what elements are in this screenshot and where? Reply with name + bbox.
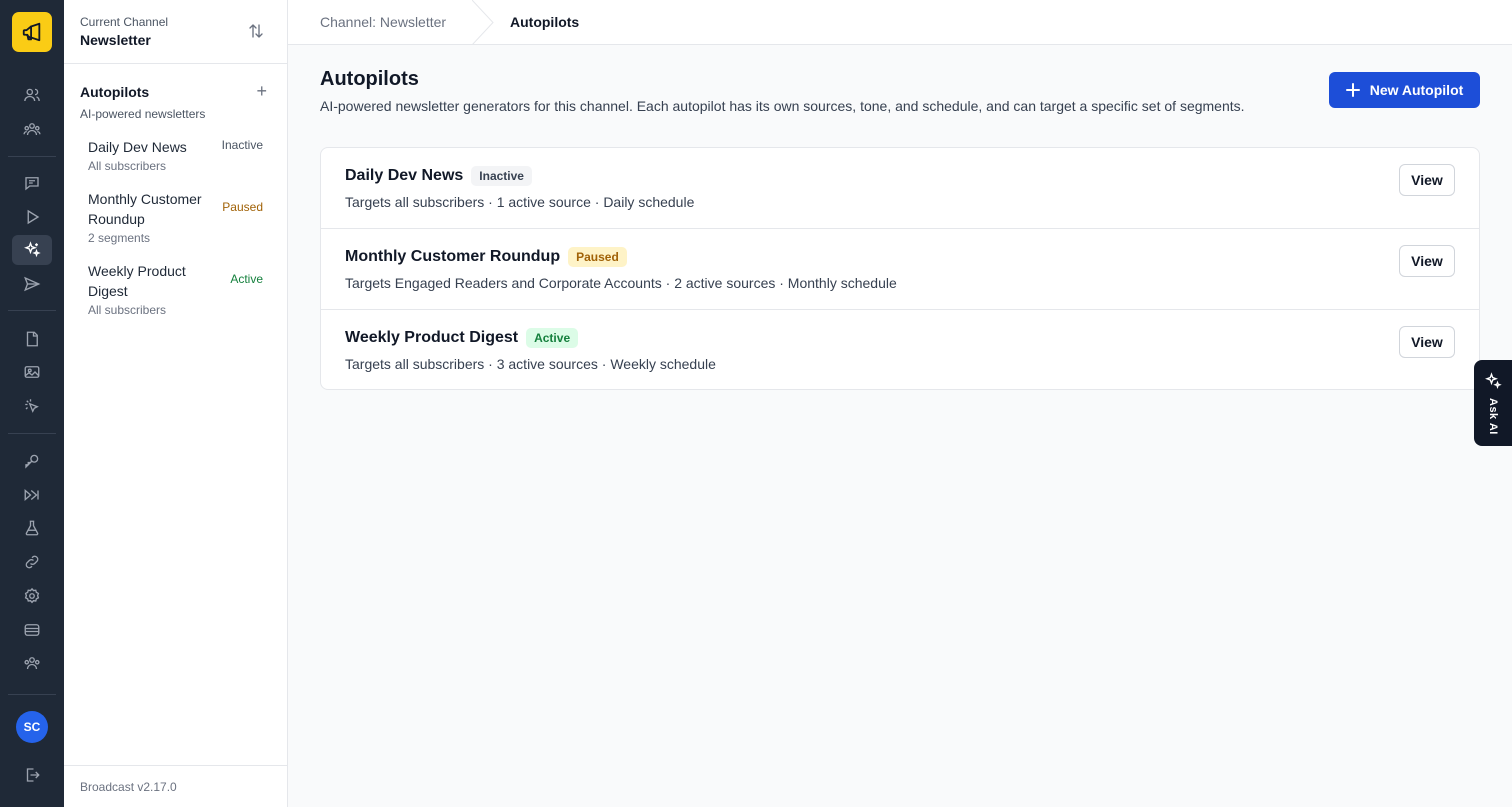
switch-arrows-icon[interactable]	[247, 22, 265, 40]
autopilot-meta: Targets Engaged Readers and Corporate Ac…	[345, 275, 897, 291]
plus-icon	[1345, 83, 1360, 97]
icon-rail: SC	[0, 0, 64, 807]
autopilots-icon[interactable]	[12, 235, 52, 265]
autopilot-row: Weekly Product Digest Active Targets all…	[321, 310, 1479, 389]
api-keys-icon[interactable]	[12, 446, 52, 476]
autopilot-name: Monthly Customer Roundup	[345, 248, 561, 265]
autopilot-name: Weekly Product Digest	[345, 329, 519, 346]
logout-icon[interactable]	[12, 760, 52, 790]
database-icon[interactable]	[12, 615, 52, 645]
version-label: Broadcast v2.17.0	[64, 765, 287, 807]
breadcrumb-current: Autopilots	[510, 14, 580, 30]
page-description: AI-powered newsletter generators for thi…	[320, 98, 1245, 114]
rail-divider	[8, 310, 56, 311]
sidebar-item-meta: All subscribers	[88, 303, 167, 317]
sidebar-item-meta: 2 segments	[88, 231, 151, 245]
sidebar-item-name: Weekly Product Digest	[88, 263, 186, 299]
view-button[interactable]: View	[1399, 164, 1455, 196]
users-icon[interactable]	[12, 648, 52, 678]
lab-icon[interactable]	[12, 513, 52, 543]
autopilot-meta: Targets all subscribers · 3 active sourc…	[345, 356, 716, 372]
breadcrumb-channel-link[interactable]: Channel: Newsletter	[320, 13, 446, 31]
sidebar-item-name: Monthly Customer Roundup	[88, 191, 202, 227]
sidebar-autopilot-list: Daily Dev News All subscribers Inactive …	[64, 121, 287, 317]
templates-icon[interactable]	[12, 324, 52, 354]
sparkle-icon	[1485, 372, 1502, 389]
sidebar-item-status: Paused	[222, 200, 263, 214]
sidebar-item-weekly-product-digest[interactable]: Weekly Product Digest All subscribers Ac…	[88, 261, 263, 317]
integrations-icon[interactable]	[12, 547, 52, 577]
autopilot-list: Daily Dev News Inactive Targets all subs…	[320, 147, 1480, 390]
channel-label: Current Channel	[80, 15, 169, 29]
channel-switcher[interactable]: Current Channel Newsletter	[64, 0, 287, 64]
megaphone-icon[interactable]	[12, 12, 52, 52]
autopilot-name: Daily Dev News	[345, 167, 464, 184]
webhooks-icon[interactable]	[12, 480, 52, 510]
add-autopilot-icon[interactable]: +	[256, 82, 267, 100]
sidebar-section-subtitle: AI-powered newsletters	[80, 107, 206, 121]
autopilot-row: Monthly Customer Roundup Paused Targets …	[321, 229, 1479, 310]
page-title: Autopilots	[320, 68, 419, 90]
view-button[interactable]: View	[1399, 326, 1455, 358]
breadcrumb: Channel: Newsletter Autopilots	[288, 0, 1512, 45]
settings-icon[interactable]	[12, 581, 52, 611]
sidebar-item-name: Daily Dev News	[88, 139, 187, 155]
subscribers-icon[interactable]	[12, 80, 52, 110]
status-badge: Active	[526, 328, 579, 348]
tracking-icon[interactable]	[12, 391, 52, 421]
media-icon[interactable]	[12, 357, 52, 387]
sequences-icon[interactable]	[12, 202, 52, 232]
sidebar-item-monthly-customer-roundup[interactable]: Monthly Customer Roundup 2 segments Paus…	[88, 189, 263, 245]
rail-divider	[8, 156, 56, 157]
autopilot-sidebar: Current Channel Newsletter Autopilots AI…	[64, 0, 288, 807]
broadcasts-icon[interactable]	[12, 168, 52, 198]
breadcrumb-chevron-icon	[472, 0, 494, 45]
transactional-icon[interactable]	[12, 269, 52, 299]
new-autopilot-label: New Autopilot	[1369, 82, 1464, 98]
view-button[interactable]: View	[1399, 245, 1455, 277]
status-badge: Paused	[568, 247, 627, 267]
sidebar-item-status: Active	[230, 272, 263, 286]
sidebar-item-meta: All subscribers	[88, 159, 167, 173]
channel-name: Newsletter	[80, 32, 151, 48]
new-autopilot-button[interactable]: New Autopilot	[1329, 72, 1480, 108]
sidebar-section-header: Autopilots AI-powered newsletters +	[64, 64, 287, 121]
ask-ai-button[interactable]: Ask AI	[1474, 360, 1512, 446]
segments-icon[interactable]	[12, 114, 52, 144]
rail-divider	[8, 694, 56, 695]
status-badge: Inactive	[471, 166, 532, 186]
autopilot-meta: Targets all subscribers · 1 active sourc…	[345, 194, 695, 210]
user-avatar[interactable]: SC	[16, 711, 48, 743]
sidebar-item-status: Inactive	[221, 138, 263, 152]
ask-ai-label: Ask AI	[1487, 398, 1499, 435]
autopilot-row: Daily Dev News Inactive Targets all subs…	[321, 148, 1479, 229]
rail-divider	[8, 433, 56, 434]
sidebar-item-daily-dev-news[interactable]: Daily Dev News All subscribers Inactive	[88, 137, 263, 173]
sidebar-section-title: Autopilots	[80, 84, 150, 100]
